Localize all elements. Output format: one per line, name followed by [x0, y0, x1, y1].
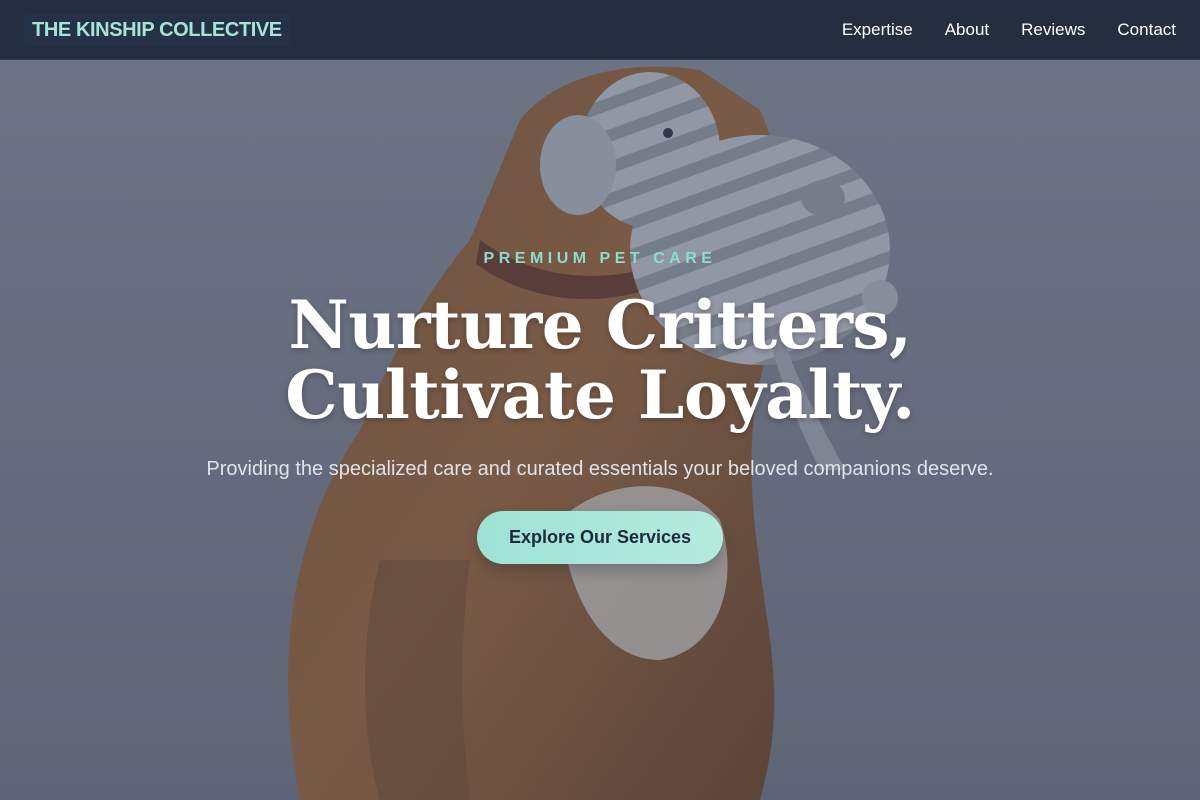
hero-headline-line-1: Nurture Critters,	[288, 286, 912, 364]
hero-headline: Nurture Critters, Cultivate Loyalty.	[0, 290, 1200, 430]
hero-section: PREMIUM PET CARE Nurture Critters, Culti…	[0, 0, 1200, 800]
explore-services-button[interactable]: Explore Our Services	[477, 511, 723, 564]
hero-subtitle: Providing the specialized care and curat…	[206, 458, 994, 480]
hero-headline-line-2: Cultivate Loyalty.	[285, 356, 915, 434]
hero-eyebrow: PREMIUM PET CARE	[483, 250, 717, 267]
